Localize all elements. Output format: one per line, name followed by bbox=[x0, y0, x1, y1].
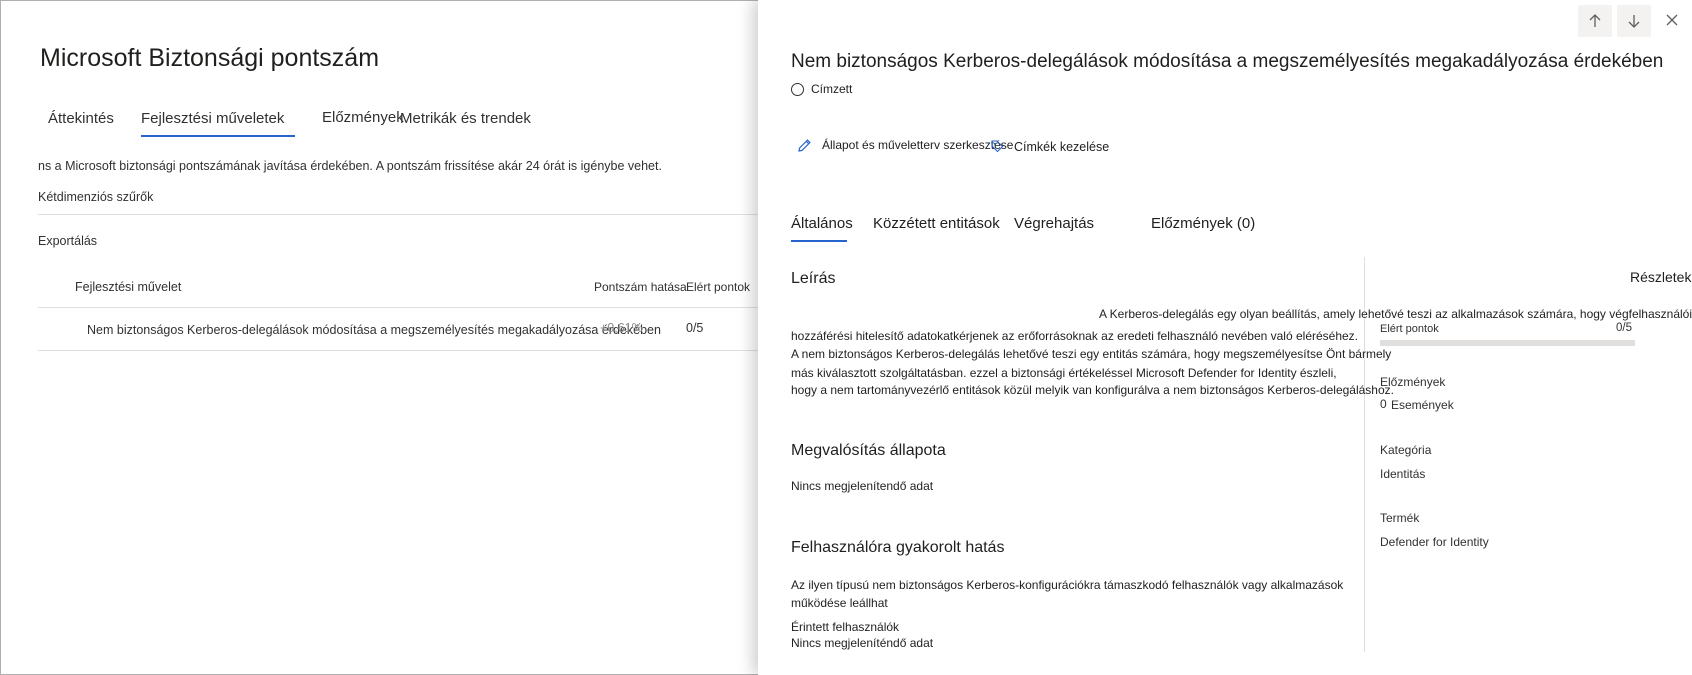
pencil-icon bbox=[798, 139, 811, 152]
user-impact-heading: Felhasználóra gyakorolt hatás bbox=[791, 539, 1005, 556]
tag-icon bbox=[991, 140, 1004, 153]
row-score-impact: +0,61% bbox=[600, 321, 643, 335]
description-line: A nem biztonságos Kerberos-delegálás leh… bbox=[791, 347, 1392, 361]
category-label: Kategória bbox=[1380, 443, 1432, 457]
affected-users-value: Nincs megjeleníténdő adat bbox=[791, 636, 934, 650]
active-tab-indicator bbox=[791, 240, 847, 242]
panel-title: Nem biztonságos Kerberos-delegálások mód… bbox=[791, 51, 1664, 72]
points-label: Elért pontok bbox=[1380, 323, 1439, 335]
row-action-name[interactable]: Nem biztonságos Kerberos-delegálások mód… bbox=[87, 323, 661, 337]
row-points: 0/5 bbox=[686, 321, 704, 335]
details-panel: Nem biztonságos Kerberos-delegálások mód… bbox=[758, 0, 1692, 675]
user-impact-line: Az ilyen típusú nem biztonságos Kerberos… bbox=[791, 578, 1344, 592]
description-line: hogy a nem tartományvezérlő entitások kö… bbox=[791, 383, 1394, 397]
column-header-points[interactable]: Elért pontok bbox=[686, 280, 750, 294]
description-line: A Kerberos-delegálás egy olyan beállítás… bbox=[1099, 307, 1692, 321]
points-value: 0/5 bbox=[1616, 322, 1632, 334]
tab-metrics-trends[interactable]: Metrikák és trendek bbox=[400, 110, 531, 127]
history-events-link[interactable]: Események bbox=[1391, 398, 1454, 412]
previous-item-button[interactable] bbox=[1578, 5, 1612, 37]
implementation-value: Nincs megjelenítendő adat bbox=[791, 479, 934, 493]
history-count: 0 bbox=[1380, 397, 1387, 411]
category-value: Identitás bbox=[1380, 467, 1426, 481]
column-header-impact[interactable]: Pontszám hatása bbox=[594, 280, 687, 294]
info-text: ns a Microsoft biztonsági pontszámának j… bbox=[38, 159, 662, 173]
tab-history[interactable]: Előzmények (0) bbox=[1151, 215, 1255, 232]
description-heading: Leírás bbox=[791, 270, 836, 287]
radio-icon[interactable] bbox=[791, 83, 804, 96]
edit-status-label: Állapot és műveletterv szerkesztése bbox=[822, 138, 1014, 152]
next-item-button[interactable] bbox=[1617, 5, 1651, 37]
close-icon bbox=[1666, 14, 1678, 26]
assignee-label[interactable]: Címzett bbox=[811, 82, 852, 96]
close-button[interactable] bbox=[1662, 10, 1682, 30]
affected-users-label: Érintett felhasználók bbox=[791, 620, 900, 634]
filter-button[interactable]: Kétdimenziós szűrők bbox=[38, 190, 153, 204]
tab-general[interactable]: Általános bbox=[791, 215, 853, 232]
description-line: hozzáférési hitelesítő adatokatkérjenek … bbox=[791, 329, 1359, 343]
active-tab-indicator bbox=[141, 135, 295, 137]
product-label: Termék bbox=[1380, 511, 1420, 525]
tab-implementation[interactable]: Végrehajtás bbox=[1014, 215, 1094, 232]
manage-tags-label: Címkék kezelése bbox=[1014, 140, 1110, 154]
page-title: Microsoft Biztonsági pontszám bbox=[40, 44, 380, 72]
product-value: Defender for Identity bbox=[1380, 535, 1489, 549]
history-label: Előzmények bbox=[1380, 375, 1446, 389]
tab-overview[interactable]: Áttekintés bbox=[48, 110, 114, 127]
tab-improvement-actions[interactable]: Fejlesztési műveletek bbox=[141, 110, 284, 127]
arrow-up-icon bbox=[1589, 14, 1601, 27]
divider bbox=[38, 350, 758, 351]
tab-history[interactable]: Előzmények bbox=[322, 109, 404, 126]
points-progress-bar bbox=[1380, 340, 1635, 346]
tab-exposed-entities[interactable]: Közzétett entitások bbox=[873, 215, 1000, 232]
details-heading: Részletek bbox=[1630, 269, 1692, 285]
column-header-action[interactable]: Fejlesztési művelet bbox=[75, 280, 181, 294]
divider bbox=[38, 307, 758, 308]
arrow-down-icon bbox=[1628, 15, 1640, 28]
description-line: más kiválasztott szolgáltatásban. ezzel … bbox=[791, 366, 1337, 380]
implementation-heading: Megvalósítás állapota bbox=[791, 442, 946, 459]
export-button[interactable]: Exportálás bbox=[38, 234, 97, 248]
divider bbox=[38, 214, 758, 215]
user-impact-line: működése leállhat bbox=[791, 596, 888, 610]
